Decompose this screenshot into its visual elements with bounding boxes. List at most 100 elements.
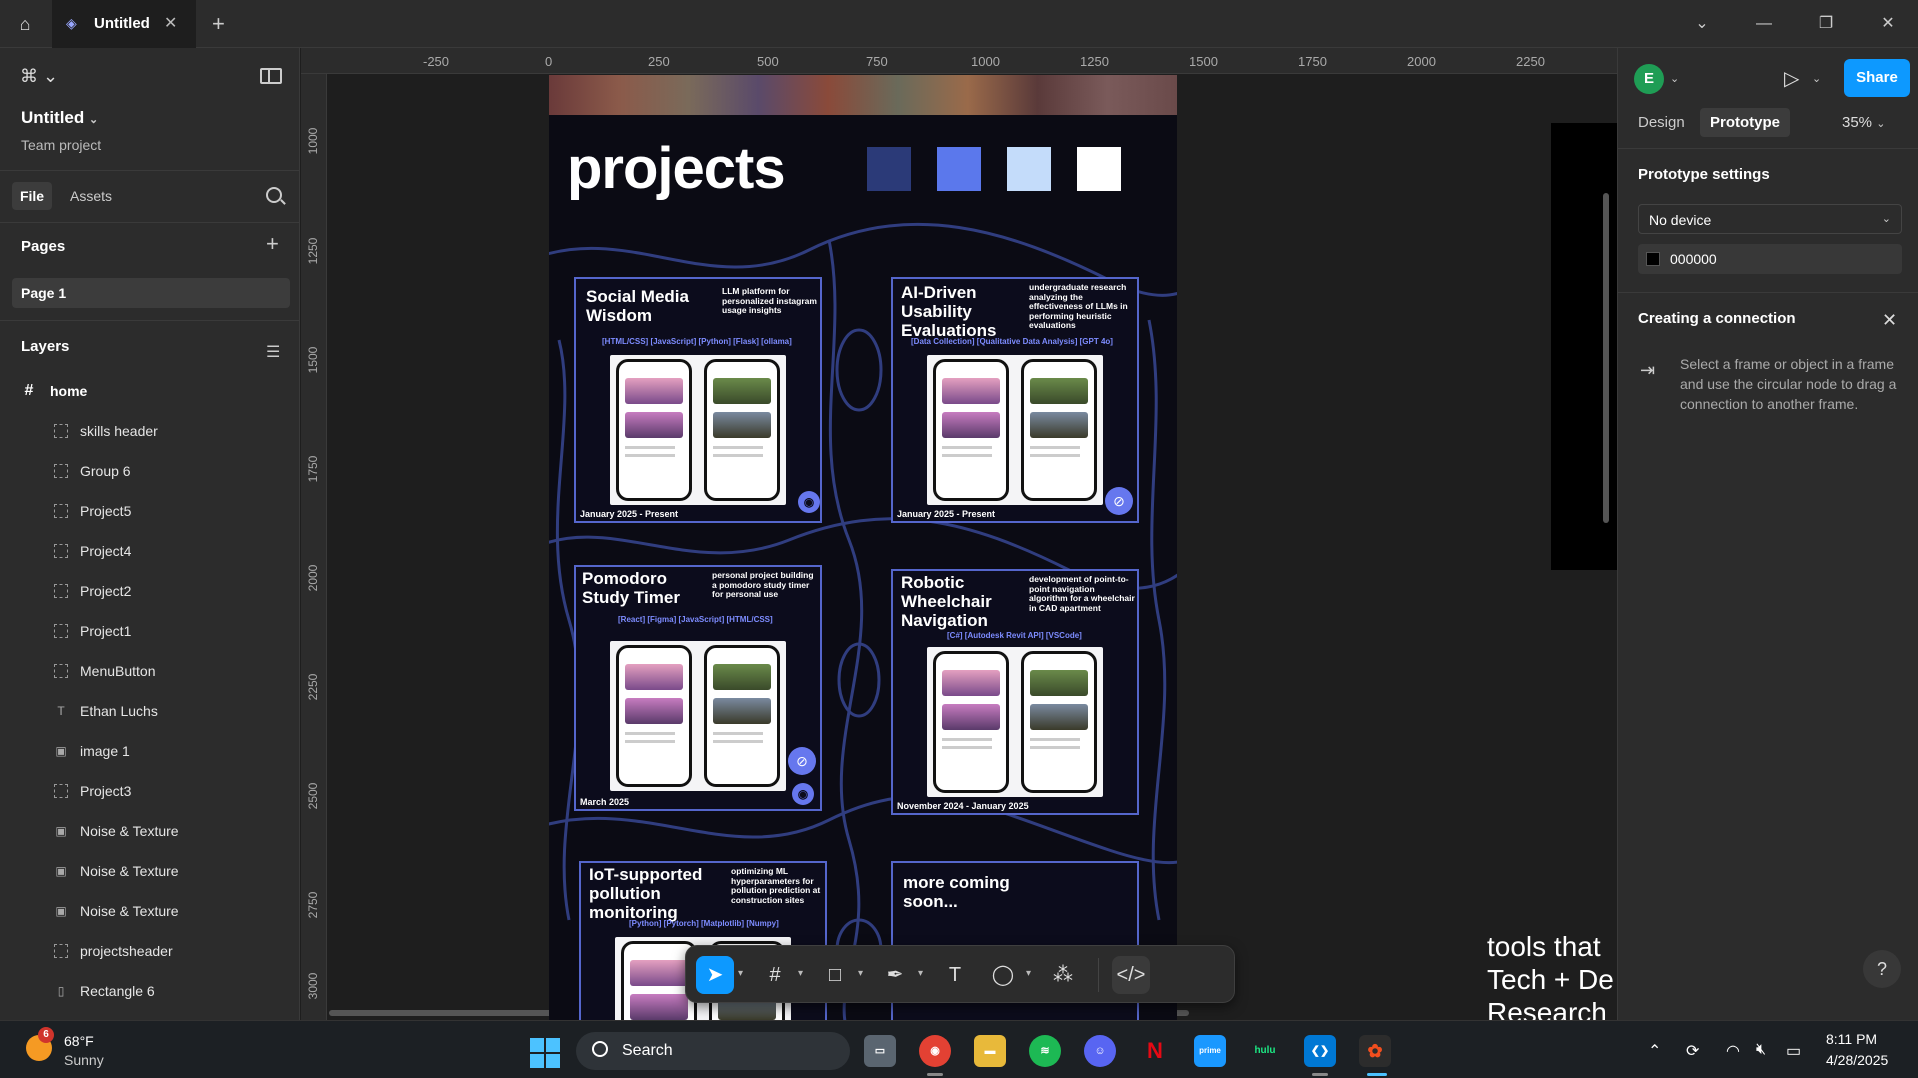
close-icon[interactable]: ✕ [164, 13, 177, 33]
card-date: January 2025 - Present [580, 509, 679, 519]
layer-row[interactable]: Group 6 [0, 452, 299, 492]
new-tab-icon[interactable]: + [212, 11, 225, 37]
text-tool-icon[interactable]: T [936, 956, 974, 994]
actions-tool-icon[interactable]: ⁂ [1044, 956, 1082, 994]
canvas-text[interactable]: tools that Tech + De Research [1487, 930, 1614, 1020]
home-frame[interactable]: projects Social Media Wisdom LLM platfor… [549, 75, 1177, 1032]
task-view-icon[interactable]: ▭ [864, 1035, 896, 1067]
help-icon[interactable]: ? [1863, 950, 1901, 988]
card-title: Robotic Wheelchair Navigation [901, 573, 992, 630]
clock-date[interactable]: 4/28/2025 [1826, 1052, 1888, 1068]
netflix-icon[interactable]: N [1139, 1035, 1171, 1067]
project-card[interactable]: Pomodoro Study Timer personal project bu… [574, 565, 822, 811]
layer-row[interactable]: MenuButton [0, 652, 299, 692]
file-tab[interactable]: ◈ Untitled ✕ [52, 0, 196, 48]
pen-tool-icon[interactable]: ✒ [876, 956, 914, 994]
card-description: personal project building a pomodoro stu… [712, 570, 814, 599]
project-card[interactable]: Social Media Wisdom LLM platform for per… [574, 277, 822, 523]
avatar[interactable]: E [1634, 64, 1664, 94]
taskbar-search[interactable]: Search [576, 1032, 850, 1070]
layer-label: Noise & Texture [80, 823, 179, 839]
window-close-icon[interactable]: ✕ [1868, 12, 1908, 36]
weather-condition[interactable]: Sunny [64, 1052, 104, 1068]
share-button[interactable]: Share [1844, 59, 1910, 97]
ruler-tick: 2500 [306, 782, 320, 810]
chevron-down-icon[interactable]: ▾ [798, 968, 803, 979]
layer-row[interactable]: ▣ Noise & Texture [0, 812, 299, 852]
device-select[interactable]: No device ⌄ [1638, 204, 1902, 234]
vertical-scrollbar[interactable] [1603, 193, 1609, 523]
prime-video-icon[interactable]: prime [1194, 1035, 1226, 1067]
layer-row[interactable]: projectsheader [0, 932, 299, 972]
weather-temp[interactable]: 68°F [64, 1033, 94, 1049]
chevron-down-icon[interactable]: ▾ [918, 968, 923, 979]
layer-list-icon[interactable]: ☰ [266, 342, 280, 362]
rectangle-tool-icon[interactable]: □ [816, 956, 854, 994]
chevron-down-icon[interactable]: ⌄ [1812, 72, 1821, 85]
layer-label: Noise & Texture [80, 903, 179, 919]
figma-icon[interactable]: ✿ [1359, 1035, 1391, 1067]
present-icon[interactable]: ▷ [1784, 66, 1799, 91]
layer-row[interactable]: Project1 [0, 612, 299, 652]
minimize-icon[interactable]: — [1744, 12, 1784, 36]
chevron-down-icon[interactable]: ⌄ [1682, 12, 1722, 36]
maximize-icon[interactable]: ❐ [1806, 12, 1846, 36]
canvas-text-line: tools that [1487, 931, 1601, 962]
discord-icon[interactable]: ☺ [1084, 1035, 1116, 1067]
comment-tool-icon[interactable]: ◯ [984, 956, 1022, 994]
chevron-down-icon[interactable]: ▾ [1026, 968, 1031, 979]
windows-start-icon[interactable] [530, 1038, 560, 1068]
layer-row[interactable]: T Ethan Luchs [0, 692, 299, 732]
panel-toggle-icon[interactable] [260, 68, 282, 84]
layer-row[interactable]: ▯ Rectangle 6 [0, 972, 299, 1012]
frame-tool-icon[interactable]: # [756, 956, 794, 994]
vscode-icon[interactable]: ❮❯ [1304, 1035, 1336, 1067]
search-placeholder: Search [622, 1042, 673, 1059]
file-explorer-icon[interactable]: ▬ [974, 1035, 1006, 1067]
add-page-icon[interactable]: + [266, 231, 279, 257]
hulu-icon[interactable]: hulu [1249, 1035, 1281, 1067]
chevron-up-icon[interactable]: ⌃ [1648, 1041, 1661, 1061]
file-title[interactable]: Untitled ⌄ [21, 108, 98, 128]
background-color-field[interactable]: 000000 [1638, 244, 1902, 274]
layer-row[interactable]: ▣ Noise & Texture [0, 892, 299, 932]
layer-row[interactable]: Project2 [0, 572, 299, 612]
github-icon[interactable]: ◉ [798, 491, 820, 513]
layer-row[interactable]: Project3 [0, 772, 299, 812]
home-icon[interactable]: ⌂ [12, 12, 38, 36]
search-icon[interactable] [266, 187, 282, 203]
link-icon[interactable]: ⊘ [788, 747, 816, 775]
chevron-down-icon[interactable]: ▾ [858, 968, 863, 979]
volume-muted-icon[interactable]: 🔇︎ [1756, 1041, 1766, 1059]
clock-time[interactable]: 8:11 PM [1826, 1031, 1877, 1047]
layer-row[interactable]: Project4 [0, 532, 299, 572]
close-icon[interactable]: ✕ [1882, 310, 1897, 331]
layer-row[interactable]: ▣ image 1 [0, 732, 299, 772]
tab-assets[interactable]: Assets [70, 188, 112, 204]
right-sidebar: E ⌄ ▷ ⌄ Share Design Prototype 35% ⌄ Pro… [1617, 48, 1918, 1020]
tab-design[interactable]: Design [1638, 114, 1685, 131]
project-card[interactable]: Robotic Wheelchair Navigation developmen… [891, 569, 1139, 815]
github-icon[interactable]: ◉ [792, 783, 814, 805]
chevron-down-icon[interactable]: ⌄ [1670, 72, 1679, 85]
move-tool-icon[interactable]: ➤ [696, 956, 734, 994]
wifi-icon[interactable]: ◠ [1726, 1041, 1740, 1061]
tab-file[interactable]: File [12, 182, 52, 210]
link-icon[interactable]: ⊘ [1105, 487, 1133, 515]
tab-prototype[interactable]: Prototype [1700, 108, 1791, 137]
layer-row[interactable]: skills header [0, 412, 299, 452]
layer-label: image 1 [80, 743, 130, 759]
project-card[interactable]: AI-Driven Usability Evaluations undergra… [891, 277, 1139, 523]
spotify-icon[interactable]: ≋ [1029, 1035, 1061, 1067]
zoom-level[interactable]: 35% ⌄ [1842, 114, 1885, 131]
page-item[interactable]: Page 1 [12, 278, 290, 308]
main-menu-icon[interactable]: ⌘ ⌄ [20, 66, 58, 87]
dev-mode-icon[interactable]: </> [1112, 956, 1150, 994]
chevron-down-icon[interactable]: ▾ [738, 968, 743, 979]
sync-icon[interactable]: ⟳ [1686, 1041, 1699, 1061]
battery-icon[interactable]: ▭ [1786, 1041, 1801, 1061]
layer-row-home[interactable]: # home [0, 372, 299, 412]
chrome-icon[interactable]: ◉ [919, 1035, 951, 1067]
layer-row[interactable]: ▣ Noise & Texture [0, 852, 299, 892]
layer-row[interactable]: Project5 [0, 492, 299, 532]
